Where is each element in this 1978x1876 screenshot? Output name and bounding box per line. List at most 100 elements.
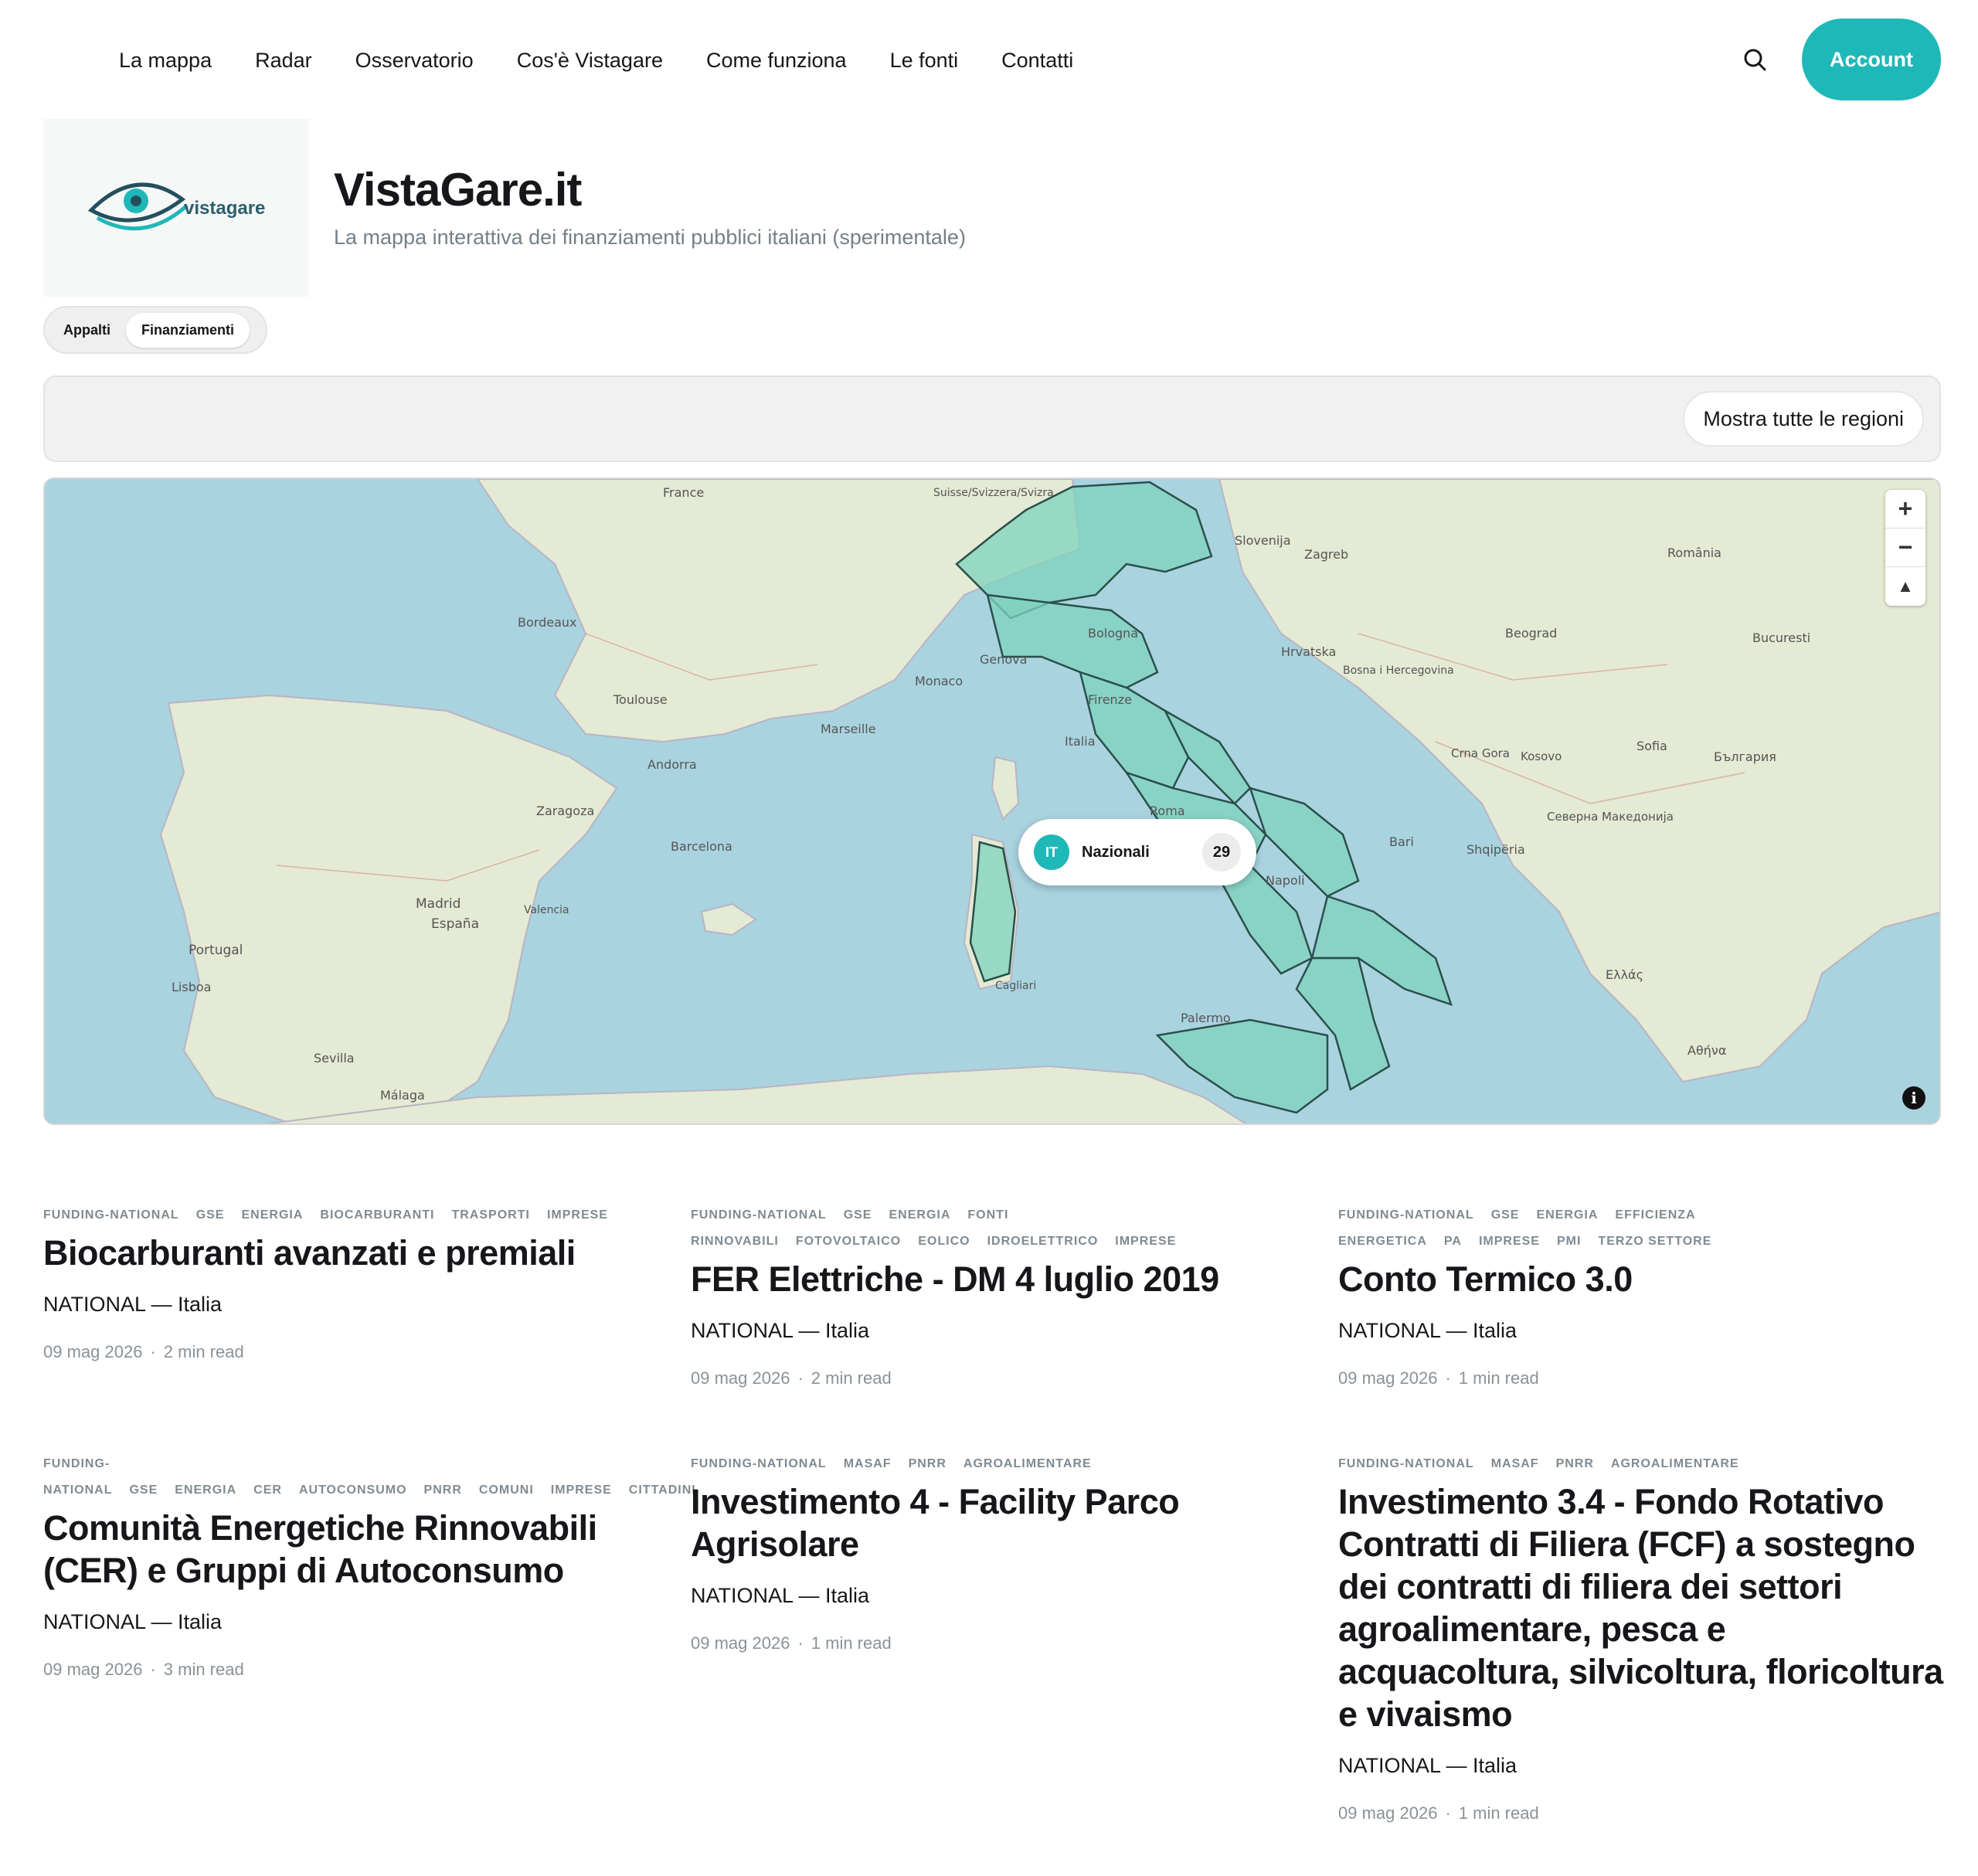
tag[interactable]: PNRR (1556, 1457, 1594, 1470)
mode-toggle: Appalti Finanziamenti (43, 306, 267, 354)
map-label-bosnia: Bosna i Hercegovina (1343, 664, 1454, 677)
marker-count: 29 (1202, 833, 1241, 872)
eye-logo-icon (87, 182, 189, 231)
compass-icon[interactable]: ▲ (1885, 567, 1925, 606)
map-label-espana: España (431, 916, 479, 932)
nav-item-la-mappa[interactable]: La mappa (119, 46, 212, 74)
tag[interactable]: funding-national (691, 1208, 827, 1222)
tag[interactable]: funding-national (43, 1457, 112, 1497)
map-label-shqiperia: Shqipëria (1467, 842, 1525, 857)
article-meta: 09 mag 2026 · 1 min read (691, 1633, 892, 1653)
tag[interactable]: funding-national (1338, 1457, 1474, 1470)
zoom-in-icon[interactable]: + (1885, 490, 1925, 528)
tag[interactable]: agroalimentare (1611, 1457, 1739, 1470)
tag[interactable]: eolico (918, 1235, 970, 1248)
map-label-bucuresti: Bucuresti (1752, 630, 1811, 645)
nav-item-le-fonti[interactable]: Le fonti (890, 46, 959, 74)
tag[interactable]: MASAF (844, 1457, 892, 1470)
map-label-valencia: Valencia (524, 904, 569, 916)
tag[interactable]: funding-national (43, 1208, 179, 1222)
tag[interactable]: PMI (1557, 1235, 1581, 1248)
tag[interactable]: energia (175, 1483, 236, 1497)
marker-country-code: IT (1034, 834, 1069, 870)
tag[interactable]: imprese (547, 1208, 608, 1222)
article-card[interactable]: funding-national MASAF PNRR agroalimentare … (691, 1451, 1301, 1655)
tag[interactable]: energia (889, 1208, 950, 1222)
nav-item-contatti[interactable]: Contatti (1001, 46, 1073, 74)
nav-item-radar[interactable]: Radar (255, 46, 312, 74)
read-time: 1 min read (1458, 1368, 1539, 1388)
article-meta: 09 mag 2026 · 2 min read (691, 1368, 892, 1388)
nav-item-cos-e-vistagare[interactable]: Cos'è Vistagare (517, 46, 663, 74)
article-title[interactable]: Investimento 4 - Facility Parco Agrisola… (691, 1480, 1301, 1565)
tag[interactable]: PA (1444, 1235, 1462, 1248)
map-label-bologna: Bologna (1088, 626, 1139, 641)
tag[interactable]: imprese (551, 1483, 612, 1497)
show-all-regions-button[interactable]: Mostra tutte le regioni (1683, 391, 1924, 447)
tag[interactable]: terzo settore (1598, 1235, 1711, 1248)
info-icon[interactable]: i (1902, 1086, 1925, 1110)
tag[interactable]: biocarburanti (320, 1208, 434, 1222)
tag[interactable]: funding-national (691, 1457, 827, 1470)
tag[interactable]: funding-national (1338, 1208, 1474, 1222)
nav-item-osservatorio[interactable]: Osservatorio (355, 46, 474, 74)
tag[interactable]: GSE (1491, 1208, 1520, 1222)
site-title: VistaGare.it (334, 164, 582, 216)
tag[interactable]: comuni (479, 1483, 534, 1497)
article-card[interactable]: funding-national GSE energia fonti rinnovab… (691, 1202, 1301, 1390)
logo-wordmark: vistagare (184, 198, 266, 219)
search-icon[interactable] (1740, 45, 1771, 76)
site-logo[interactable] (43, 119, 309, 297)
tag[interactable]: imprese (1115, 1235, 1176, 1248)
tag[interactable]: MASAF (1491, 1457, 1539, 1470)
article-title[interactable]: Biocarburanti avanzati e premiali (43, 1232, 654, 1274)
tag[interactable]: imprese (1479, 1235, 1540, 1248)
map-label-sofia: Sofia (1636, 739, 1667, 753)
article-location: NATIONAL — Italia (1338, 1754, 1517, 1777)
tag[interactable]: CER (253, 1483, 282, 1497)
article-title[interactable]: Conto Termico 3.0 (1338, 1258, 1949, 1300)
article-card[interactable]: funding-national GSE energia efficienza ene… (1338, 1202, 1949, 1390)
tag[interactable]: PNRR (424, 1483, 462, 1497)
map-label-ellas: Ελλάς (1606, 967, 1643, 982)
read-time: 2 min read (811, 1368, 892, 1388)
read-time: 1 min read (1458, 1803, 1539, 1823)
tag[interactable]: energia (241, 1208, 303, 1222)
tag[interactable]: trasporti (452, 1208, 530, 1222)
tag[interactable]: fotovoltaico (796, 1235, 901, 1248)
tag[interactable]: PNRR (909, 1457, 947, 1470)
article-card[interactable]: funding-national GSE energia CER autoconsumo… (43, 1451, 695, 1681)
map-canvas[interactable] (45, 479, 1941, 1125)
tag[interactable]: GSE (196, 1208, 225, 1222)
article-card[interactable]: funding-national GSE energia biocarburanti t… (43, 1202, 654, 1364)
tag[interactable]: autoconsumo (299, 1483, 407, 1497)
tag[interactable]: idroelettrico (987, 1235, 1099, 1248)
nav-item-come-funziona[interactable]: Come funziona (706, 46, 847, 74)
article-title[interactable]: Investimento 3.4 - Fondo Rotativo Contra… (1338, 1480, 1949, 1735)
map-label-romania: România (1667, 545, 1721, 560)
article-title[interactable]: FER Elettriche - DM 4 luglio 2019 (691, 1258, 1301, 1300)
tag[interactable]: agroalimentare (964, 1457, 1092, 1470)
site-subtitle: La mappa interattiva dei finanziamenti p… (334, 226, 966, 249)
tag[interactable]: energia (1536, 1208, 1598, 1222)
toggle-appalti[interactable]: Appalti (48, 313, 126, 348)
map-label-zaragoza: Zaragoza (536, 804, 595, 818)
map-label-sevilla: Sevilla (314, 1051, 355, 1065)
map-label-barcelona: Barcelona (671, 839, 732, 854)
account-button[interactable]: Account (1802, 19, 1941, 100)
article-meta: 09 mag 2026 · 2 min read (43, 1342, 244, 1361)
tag-list: funding-national GSE energia efficienza ene… (1338, 1202, 1949, 1255)
national-marker[interactable]: IT Nazionali 29 (1018, 819, 1256, 885)
tag[interactable]: GSE (129, 1483, 158, 1497)
map[interactable]: France Suisse/Svizzera/Svizra Slovenija … (43, 477, 1941, 1125)
article-card[interactable]: funding-national MASAF PNRR agroalimentare … (1338, 1451, 1949, 1825)
tag[interactable]: cittadini (629, 1483, 696, 1497)
map-label-france: France (663, 485, 705, 500)
toggle-finanziamenti[interactable]: Finanziamenti (126, 312, 250, 348)
article-title[interactable]: Comunità Energetiche Rinnovabili (CER) e… (43, 1507, 654, 1592)
article-date: 09 mag 2026 (691, 1368, 790, 1388)
tag-list: funding-national GSE energia fonti rinnovab… (691, 1202, 1301, 1255)
tag[interactable]: GSE (844, 1208, 872, 1222)
zoom-out-icon[interactable]: − (1885, 528, 1925, 567)
read-time: 3 min read (163, 1660, 244, 1679)
